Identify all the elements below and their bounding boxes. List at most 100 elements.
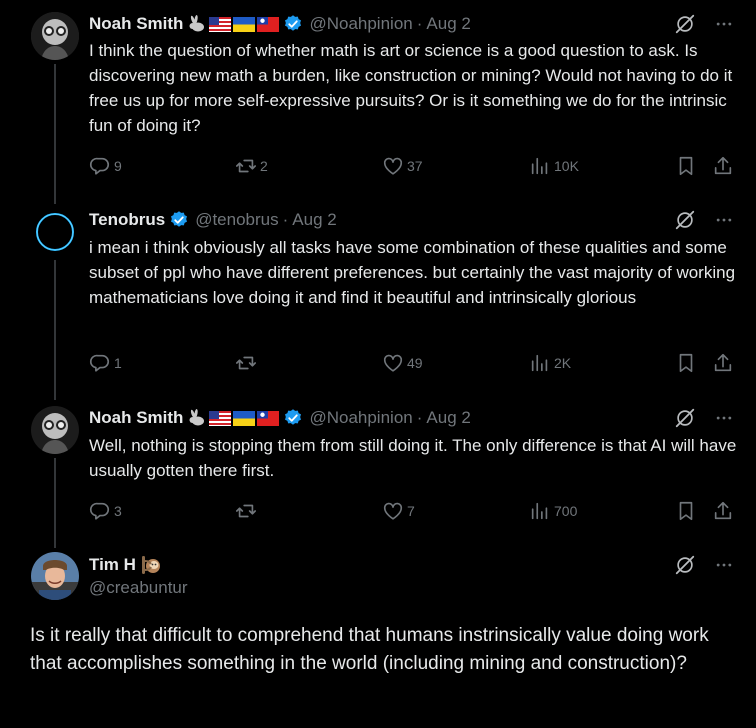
author-handle[interactable]: @Noahpinion [309, 408, 412, 428]
retweet-icon [235, 500, 257, 522]
tweet-actions: 9 2 37 10K [89, 155, 737, 179]
name-emojis [187, 409, 280, 427]
views-icon [529, 155, 551, 177]
views-button[interactable]: 700 [529, 500, 577, 522]
like-button[interactable]: 37 [382, 155, 423, 177]
verified-badge-icon[interactable] [283, 14, 303, 34]
share-button[interactable] [712, 352, 734, 374]
author-handle[interactable]: @tenobrus [195, 210, 278, 230]
tweet-actions: 1 49 2K [89, 352, 737, 376]
views-icon [529, 352, 551, 374]
more-icon[interactable] [714, 408, 734, 428]
bookmark-icon [675, 352, 697, 374]
avatar[interactable] [31, 552, 79, 600]
tweet-date[interactable]: Aug 2 [292, 210, 336, 230]
like-icon [382, 500, 404, 522]
bookmark-icon [675, 155, 697, 177]
rabbit-icon [189, 15, 205, 32]
verified-badge-icon[interactable] [283, 408, 303, 428]
us-flag-icon [209, 410, 232, 426]
reply-button[interactable]: 3 [89, 500, 122, 522]
tweet-date[interactable]: Aug 2 [426, 14, 470, 34]
share-icon [712, 155, 734, 177]
reply-icon [89, 352, 111, 374]
views-icon [529, 500, 551, 522]
author-handle[interactable]: @creabuntur [89, 578, 188, 598]
more-icon[interactable] [714, 555, 734, 575]
share-icon [712, 352, 734, 374]
taiwan-flag-icon [257, 410, 280, 426]
like-button[interactable]: 49 [382, 352, 423, 374]
like-icon [382, 352, 404, 374]
us-flag-icon [209, 16, 232, 32]
name-emojis [187, 15, 280, 33]
tweet-text: I think the question of whether math is … [89, 41, 733, 135]
like-icon [382, 155, 404, 177]
like-count: 7 [407, 503, 415, 519]
retweet-icon [235, 352, 257, 374]
thread-line [54, 64, 56, 204]
view-count: 10K [554, 158, 579, 174]
author-name[interactable]: Tenobrus [89, 210, 165, 230]
bookmark-button[interactable] [675, 352, 697, 374]
ukraine-flag-icon [233, 410, 256, 426]
views-button[interactable]: 10K [529, 155, 579, 177]
retweet-button[interactable] [235, 500, 260, 522]
tweet[interactable]: Tenobrus @tenobrus · Aug 2 i mean i thin… [0, 196, 756, 400]
tweet[interactable]: Noah Smith @Noahpinion [0, 0, 756, 204]
retweet-button[interactable] [235, 352, 260, 374]
avatar-image [31, 552, 79, 600]
reply-icon [89, 155, 111, 177]
like-button[interactable]: 7 [382, 500, 415, 522]
thread-line [54, 260, 56, 400]
author-handle[interactable]: @Noahpinion [309, 14, 412, 34]
verified-badge-icon[interactable] [169, 210, 189, 230]
tweet-text: i mean i think obviously all tasks have … [89, 238, 736, 307]
tweet-actions: 3 7 700 [89, 500, 737, 524]
share-button[interactable] [712, 155, 734, 177]
separator-dot: · [416, 14, 423, 33]
view-count: 2K [554, 355, 572, 371]
separator-dot: · [282, 210, 289, 229]
avatar-image [31, 406, 79, 454]
sloth-icon [141, 556, 160, 574]
bookmark-button[interactable] [675, 500, 697, 522]
thread-line [54, 458, 56, 548]
avatar[interactable] [31, 208, 79, 256]
taiwan-flag-icon [257, 16, 280, 32]
avatar-image [31, 208, 79, 256]
reply-count: 3 [114, 503, 122, 519]
rabbit-icon [189, 409, 205, 426]
share-icon [712, 500, 734, 522]
avatar[interactable] [31, 406, 79, 454]
views-button[interactable]: 2K [529, 352, 571, 374]
author-name[interactable]: Tim H [89, 555, 136, 575]
grok-icon[interactable] [674, 407, 696, 429]
avatar-image [31, 12, 79, 60]
more-icon[interactable] [714, 14, 734, 34]
view-count: 700 [554, 503, 578, 519]
reply-button[interactable]: 9 [89, 155, 122, 177]
bookmark-button[interactable] [675, 155, 697, 177]
reply-count: 9 [114, 158, 122, 174]
ukraine-flag-icon [233, 16, 256, 32]
like-count: 49 [407, 355, 423, 371]
reply-count: 1 [114, 355, 122, 371]
bookmark-icon [675, 500, 697, 522]
grok-icon[interactable] [674, 209, 696, 231]
grok-icon[interactable] [674, 554, 696, 576]
reply-icon [89, 500, 111, 522]
tweet-date[interactable]: Aug 2 [426, 408, 470, 428]
author-name[interactable]: Noah Smith [89, 408, 183, 428]
grok-icon[interactable] [674, 13, 696, 35]
avatar[interactable] [31, 12, 79, 60]
retweet-count: 2 [260, 158, 268, 174]
retweet-button[interactable]: 2 [235, 155, 268, 177]
tweet[interactable]: Noah Smith @Noahpinion [0, 394, 756, 548]
separator-dot: · [416, 408, 423, 427]
reply-button[interactable]: 1 [89, 352, 122, 374]
author-name[interactable]: Noah Smith [89, 14, 183, 34]
share-button[interactable] [712, 500, 734, 522]
name-emojis [140, 555, 162, 575]
more-icon[interactable] [714, 210, 734, 230]
